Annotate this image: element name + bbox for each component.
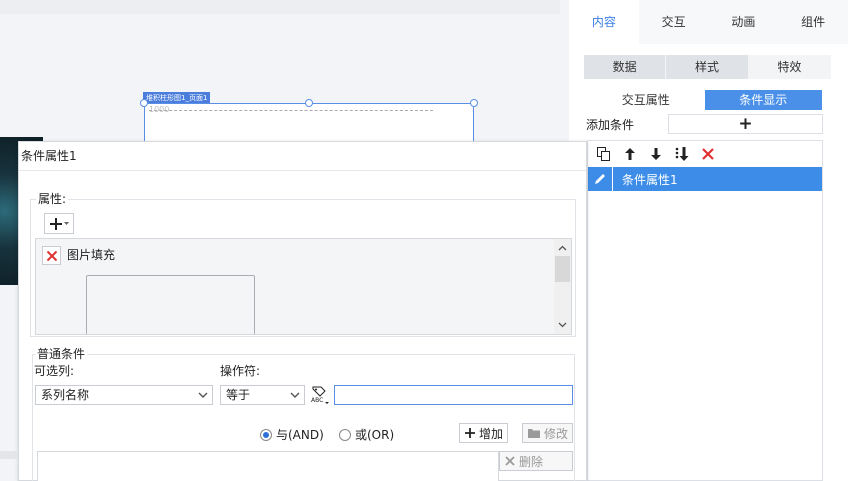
tab-effects[interactable]: 特效 [748, 55, 831, 79]
caret-down-icon [64, 222, 69, 225]
tab-style[interactable]: 样式 [666, 55, 749, 79]
dialog-title: 条件属性1 [19, 142, 586, 171]
delete-x-icon [505, 456, 515, 466]
add-condition-button[interactable]: + [668, 114, 823, 134]
add-condition-label: 添加条件 [586, 118, 635, 132]
attribute-item-label: 图片填充 [67, 248, 116, 262]
plus-icon [465, 428, 475, 438]
panel-splitter [0, 451, 18, 459]
normal-condition-legend: 普通条件 [35, 345, 88, 362]
radio-or[interactable]: 或(OR) [339, 426, 394, 443]
tab-data[interactable]: 数据 [584, 55, 667, 79]
operator-value: 等于 [226, 388, 251, 402]
property-panel: 内容 交互 动画 组件 数据 样式 特效 交互属性 条件显示 添加条件 + 条件… [569, 0, 848, 481]
delete-condition-button[interactable]: 删除 [499, 451, 573, 471]
resize-handle-top-left[interactable] [140, 99, 148, 107]
tab-content[interactable]: 内容 [569, 0, 639, 44]
condition-value-input[interactable] [334, 385, 573, 405]
delete-icon[interactable] [697, 143, 719, 165]
panel-top-tabs: 内容 交互 动画 组件 [569, 0, 848, 44]
radio-or-label: 或(OR) [355, 428, 395, 442]
chevron-down-icon [286, 386, 304, 404]
effects-sub-tabs: 交互属性 条件显示 [587, 90, 822, 110]
condition-item-label: 条件属性1 [622, 172, 678, 187]
image-fill-preview[interactable] [86, 275, 255, 334]
condition-rules-list[interactable] [37, 451, 499, 481]
delete-button-label: 删除 [519, 454, 544, 469]
attribute-list: 图片填充 [35, 238, 572, 335]
arrow-up-icon[interactable] [619, 143, 641, 165]
tab-interaction-attributes[interactable]: 交互属性 [587, 90, 705, 110]
tab-interaction[interactable]: 交互 [639, 0, 709, 44]
optional-column-select[interactable]: 系列名称 [35, 385, 213, 405]
add-condition-rule-button[interactable]: 增加 [459, 423, 509, 443]
condition-list-panel: 条件属性1 [587, 140, 823, 481]
canvas-top-strip [0, 0, 560, 14]
modify-condition-button[interactable]: 修改 [522, 423, 574, 443]
condition-toolbar [588, 141, 822, 167]
optional-column-label: 可选列: [34, 364, 75, 378]
value-type-icon[interactable]: ABC [310, 384, 330, 406]
attribute-section-label: 属性: [36, 190, 69, 207]
radio-and-label: 与(AND) [276, 428, 324, 442]
radio-selected-dot [263, 431, 269, 438]
scrollbar-thumb[interactable] [555, 256, 570, 282]
remove-attribute-icon[interactable] [42, 246, 61, 265]
tab-components[interactable]: 组件 [778, 0, 848, 44]
operator-label: 操作符: [220, 364, 261, 378]
move-to-bottom-icon[interactable] [671, 143, 693, 165]
content-sub-tabs: 数据 样式 特效 [584, 55, 831, 79]
resize-handle-top-right[interactable] [470, 99, 478, 107]
resize-handle-top-middle[interactable] [305, 99, 313, 107]
condition-attribute-dialog: 条件属性1 属性: 图片填充 普通条件 可选列: 操作符: 系列名称 等于 AB… [18, 141, 587, 481]
copy-icon[interactable] [593, 143, 615, 165]
add-button-label: 增加 [479, 426, 504, 441]
folder-edit-icon [528, 429, 540, 438]
optional-column-value: 系列名称 [41, 388, 90, 402]
modify-button-label: 修改 [544, 426, 569, 441]
condition-item[interactable]: 条件属性1 [588, 167, 822, 191]
radio-and[interactable]: 与(AND) [260, 426, 324, 443]
arrow-down-icon[interactable] [645, 143, 667, 165]
pencil-icon[interactable] [588, 167, 613, 191]
add-attribute-button[interactable] [44, 213, 74, 234]
scroll-up-icon[interactable] [554, 239, 571, 256]
scrollbar-track[interactable] [554, 282, 571, 316]
scroll-down-icon[interactable] [554, 316, 571, 333]
operator-select[interactable]: 等于 [220, 385, 305, 405]
attribute-list-scrollbar[interactable] [554, 239, 571, 334]
tab-animation[interactable]: 动画 [709, 0, 779, 44]
radio-or-indicator[interactable] [339, 428, 351, 441]
radio-and-indicator[interactable] [260, 428, 272, 441]
chevron-down-icon [194, 386, 212, 404]
tab-conditional-display[interactable]: 条件显示 [704, 90, 822, 110]
gridline [149, 110, 433, 111]
svg-text:ABC: ABC [311, 397, 323, 404]
plus-icon [50, 217, 62, 230]
